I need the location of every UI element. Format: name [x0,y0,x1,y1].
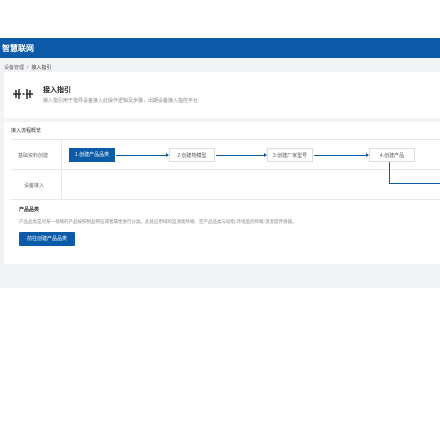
breadcrumb-separator: / [27,65,29,71]
step-create-product-category[interactable]: 1.创建产品品类 [69,148,115,162]
go-create-product-category-button[interactable]: 前往创建产品品类 [19,232,75,246]
breadcrumb-item-access-guide: 接入指引 [31,65,52,71]
guide-title: 接入指引 [43,87,71,94]
guide-card [4,72,440,118]
table-column-divider [61,139,62,199]
section-description: 产品品类是对某一领域的产品按照物品特征或者属性进行分类。此处应用域的监测类终端、… [19,219,297,224]
table-border-bottom [11,199,440,200]
row-label-device-access: 设备接入 [24,183,45,189]
table-border-top [11,139,440,140]
flow-connector-horizontal [389,183,440,184]
flow-arrow-2 [216,153,267,157]
top-navbar: 智慧联网 [0,38,440,58]
row-label-basic-data: 基础资料创建 [18,153,49,159]
breadcrumb-item-device-management[interactable]: 设备管理 [4,65,24,71]
flow-arrow-3 [314,153,369,157]
flow-connector-vertical [389,162,390,183]
device-access-icon [13,89,33,99]
brand-title: 智慧联网 [2,44,34,53]
breadcrumb: 设备管理 / 接入指引 [4,64,51,71]
guide-description: 接入指引用于指导设备接入此操作逻辑及步骤，出期设备接入指控平台 [43,98,199,104]
step-create-vendor-model[interactable]: 3.创建厂家型号 [267,148,313,162]
process-title: 接入流程概览 [11,128,42,134]
section-title: 产品品类 [19,207,40,213]
step-create-thing-model[interactable]: 2.创建物模型 [169,148,215,162]
table-border-middle [11,169,440,170]
flow-arrow-1 [116,153,169,157]
step-create-product[interactable]: 4.创建产品 [369,148,415,162]
